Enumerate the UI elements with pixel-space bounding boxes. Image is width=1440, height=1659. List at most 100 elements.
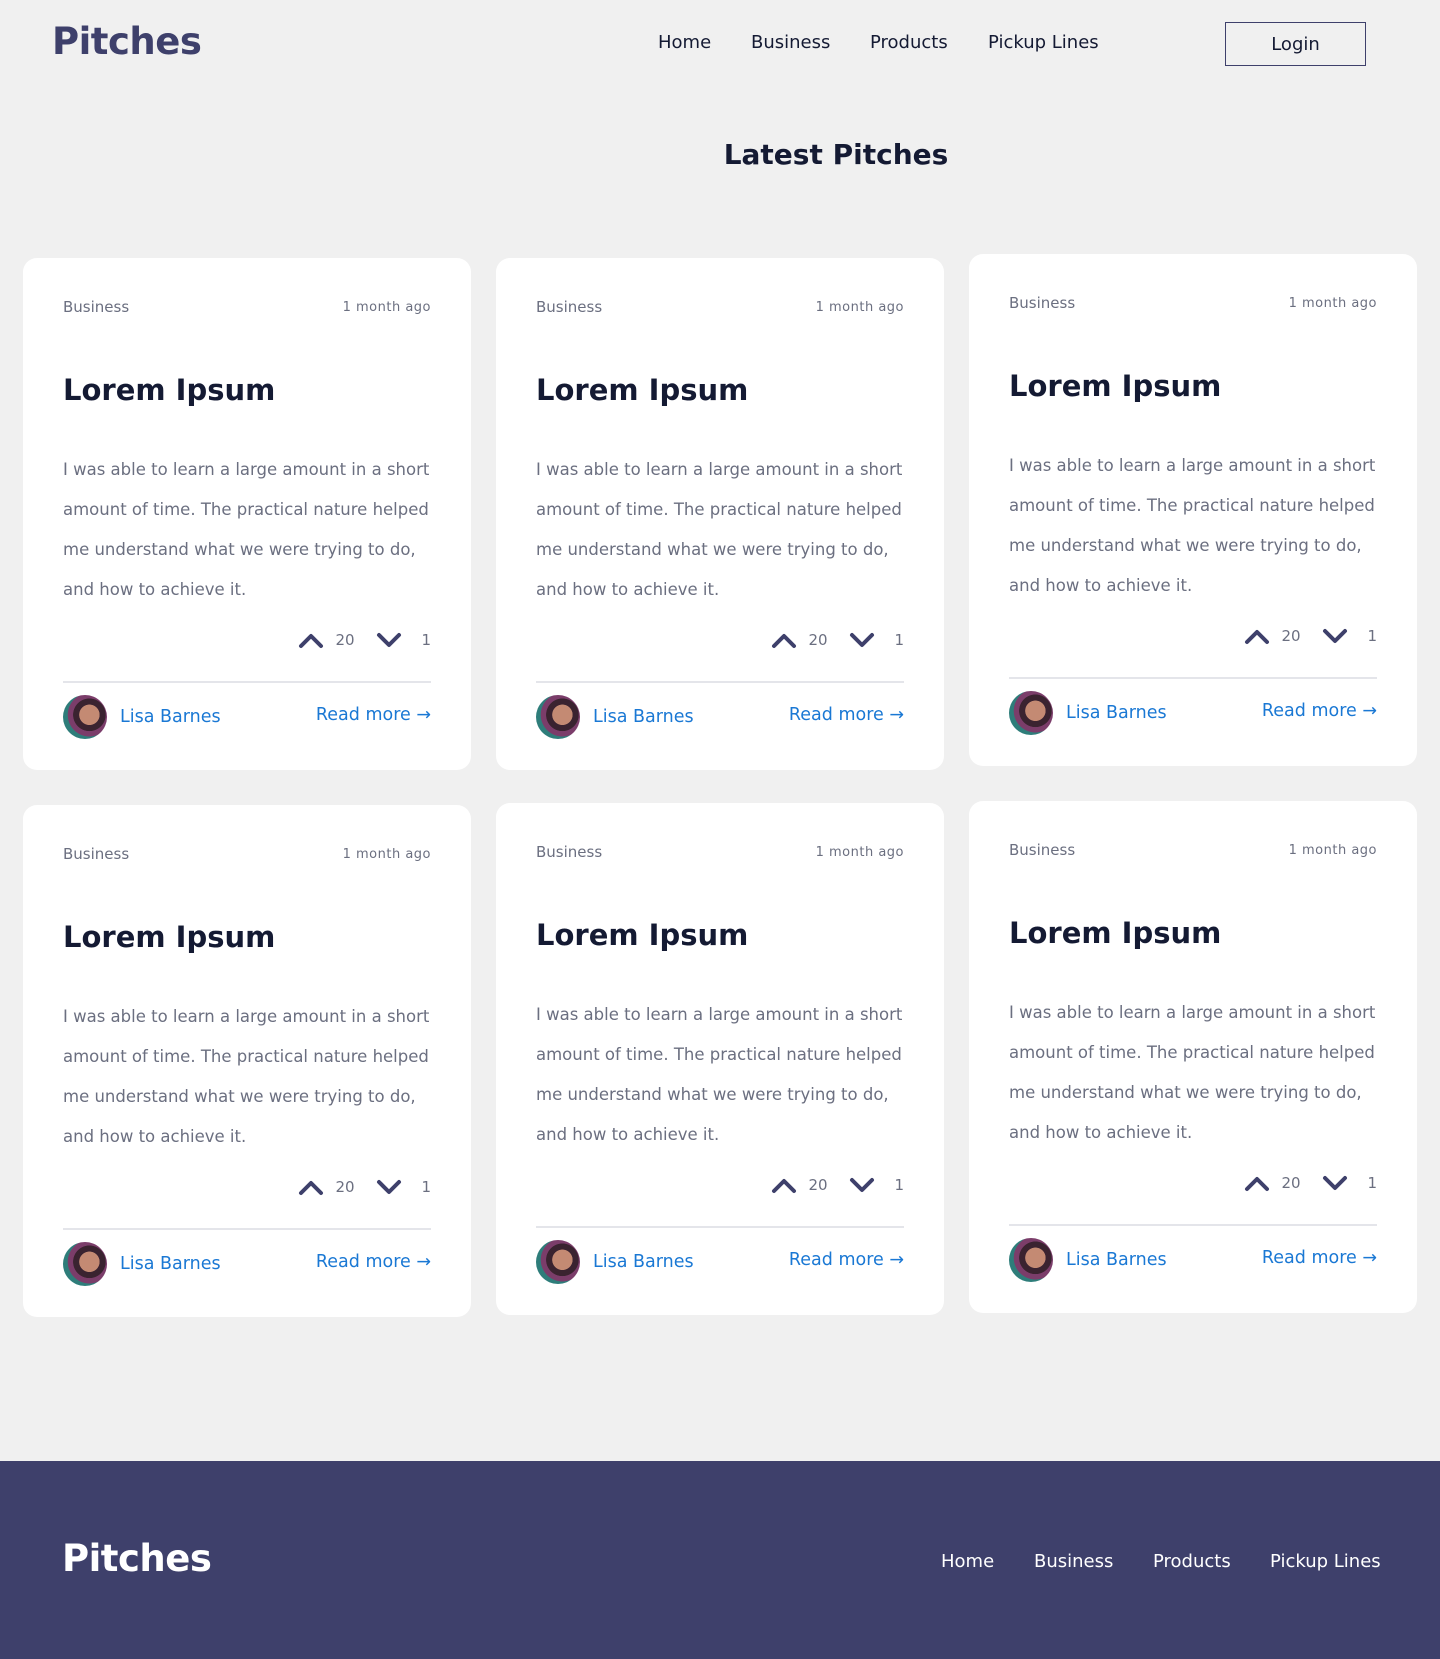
- card-category: Business: [63, 298, 130, 316]
- vote-controls: 20 1: [1243, 624, 1377, 648]
- chevron-down-icon[interactable]: [375, 1175, 403, 1199]
- read-more-link[interactable]: Read more →: [1262, 701, 1377, 721]
- downvote-count: 1: [894, 631, 904, 649]
- author-name[interactable]: Lisa Barnes: [1066, 1250, 1167, 1270]
- card-body: I was able to learn a large amount in a …: [1009, 1003, 1376, 1142]
- card-category: Business: [536, 843, 603, 861]
- upvote-count: 20: [1281, 1174, 1301, 1192]
- downvote-count: 1: [1367, 627, 1377, 645]
- vote-controls: 20 1: [770, 1173, 904, 1197]
- card-divider: [1009, 677, 1377, 679]
- pitch-card: Business 1 month ago Lorem Ipsum I was a…: [969, 254, 1417, 766]
- card-author: Lisa Barnes: [536, 694, 694, 740]
- footer-logo[interactable]: Pitches: [62, 1537, 212, 1580]
- upvote-count: 20: [335, 1178, 355, 1196]
- author-name[interactable]: Lisa Barnes: [120, 707, 221, 727]
- vote-controls: 20 1: [297, 628, 431, 652]
- card-author: Lisa Barnes: [1009, 1237, 1167, 1283]
- upvote-count: 20: [335, 631, 355, 649]
- card-timestamp: 1 month ago: [1288, 296, 1377, 311]
- avatar: [1009, 1238, 1053, 1282]
- card-category: Business: [63, 845, 130, 863]
- pitch-card: Business 1 month ago Lorem Ipsum I was a…: [23, 258, 471, 770]
- downvote-count: 1: [894, 1176, 904, 1194]
- downvote-count: 1: [1367, 1174, 1377, 1192]
- card-body: I was able to learn a large amount in a …: [63, 1007, 430, 1146]
- pitch-card: Business 1 month ago Lorem Ipsum I was a…: [496, 803, 944, 1315]
- card-divider: [536, 1226, 904, 1228]
- chevron-up-icon[interactable]: [1243, 624, 1271, 648]
- read-more-link[interactable]: Read more →: [789, 705, 904, 725]
- avatar: [63, 1242, 107, 1286]
- author-name[interactable]: Lisa Barnes: [120, 1254, 221, 1274]
- card-body: I was able to learn a large amount in a …: [536, 1005, 903, 1144]
- chevron-down-icon[interactable]: [848, 1173, 876, 1197]
- avatar: [536, 695, 580, 739]
- card-divider: [1009, 1224, 1377, 1226]
- pitch-card: Business 1 month ago Lorem Ipsum I was a…: [496, 258, 944, 770]
- footer-nav-home[interactable]: Home: [941, 1551, 994, 1572]
- upvote-count: 20: [808, 631, 828, 649]
- card-title: Lorem Ipsum: [536, 918, 749, 952]
- author-name[interactable]: Lisa Barnes: [1066, 703, 1167, 723]
- pitch-card: Business 1 month ago Lorem Ipsum I was a…: [969, 801, 1417, 1313]
- site-footer: Pitches Home Business Products Pickup Li…: [0, 1461, 1440, 1659]
- read-more-link[interactable]: Read more →: [316, 1252, 431, 1272]
- nav-pickup-lines[interactable]: Pickup Lines: [988, 32, 1099, 53]
- card-author: Lisa Barnes: [63, 694, 221, 740]
- upvote-count: 20: [1281, 627, 1301, 645]
- footer-nav-pickup-lines[interactable]: Pickup Lines: [1270, 1551, 1381, 1572]
- chevron-up-icon[interactable]: [297, 628, 325, 652]
- chevron-down-icon[interactable]: [1321, 624, 1349, 648]
- card-title: Lorem Ipsum: [1009, 369, 1222, 403]
- card-divider: [63, 1228, 431, 1230]
- card-title: Lorem Ipsum: [536, 373, 749, 407]
- nav-home[interactable]: Home: [658, 32, 711, 53]
- downvote-count: 1: [421, 631, 431, 649]
- chevron-up-icon[interactable]: [770, 628, 798, 652]
- page-title: Latest Pitches: [723, 138, 949, 171]
- read-more-link[interactable]: Read more →: [316, 705, 431, 725]
- footer-nav-products[interactable]: Products: [1153, 1551, 1231, 1572]
- avatar: [536, 1240, 580, 1284]
- card-divider: [63, 681, 431, 683]
- vote-controls: 20 1: [770, 628, 904, 652]
- avatar: [63, 695, 107, 739]
- chevron-up-icon[interactable]: [770, 1173, 798, 1197]
- footer-nav-business[interactable]: Business: [1034, 1551, 1113, 1572]
- card-timestamp: 1 month ago: [342, 300, 431, 315]
- avatar: [1009, 691, 1053, 735]
- pitch-card: Business 1 month ago Lorem Ipsum I was a…: [23, 805, 471, 1317]
- card-timestamp: 1 month ago: [1288, 843, 1377, 858]
- author-name[interactable]: Lisa Barnes: [593, 1252, 694, 1272]
- nav-business[interactable]: Business: [751, 32, 830, 53]
- site-logo[interactable]: Pitches: [52, 20, 202, 63]
- site-header: Pitches Home Business Products Pickup Li…: [0, 0, 1440, 90]
- card-body: I was able to learn a large amount in a …: [536, 460, 903, 599]
- nav-products[interactable]: Products: [870, 32, 948, 53]
- card-timestamp: 1 month ago: [815, 845, 904, 860]
- chevron-down-icon[interactable]: [1321, 1171, 1349, 1195]
- vote-controls: 20 1: [1243, 1171, 1377, 1195]
- card-author: Lisa Barnes: [63, 1241, 221, 1287]
- card-title: Lorem Ipsum: [63, 920, 276, 954]
- card-body: I was able to learn a large amount in a …: [63, 460, 430, 599]
- chevron-up-icon[interactable]: [297, 1175, 325, 1199]
- card-timestamp: 1 month ago: [342, 847, 431, 862]
- downvote-count: 1: [421, 1178, 431, 1196]
- card-category: Business: [536, 298, 603, 316]
- chevron-up-icon[interactable]: [1243, 1171, 1271, 1195]
- card-timestamp: 1 month ago: [815, 300, 904, 315]
- read-more-link[interactable]: Read more →: [1262, 1248, 1377, 1268]
- read-more-link[interactable]: Read more →: [789, 1250, 904, 1270]
- card-author: Lisa Barnes: [1009, 690, 1167, 736]
- card-title: Lorem Ipsum: [1009, 916, 1222, 950]
- chevron-down-icon[interactable]: [375, 628, 403, 652]
- chevron-down-icon[interactable]: [848, 628, 876, 652]
- card-divider: [536, 681, 904, 683]
- vote-controls: 20 1: [297, 1175, 431, 1199]
- author-name[interactable]: Lisa Barnes: [593, 707, 694, 727]
- login-button[interactable]: Login: [1225, 22, 1366, 66]
- card-category: Business: [1009, 841, 1076, 859]
- card-title: Lorem Ipsum: [63, 373, 276, 407]
